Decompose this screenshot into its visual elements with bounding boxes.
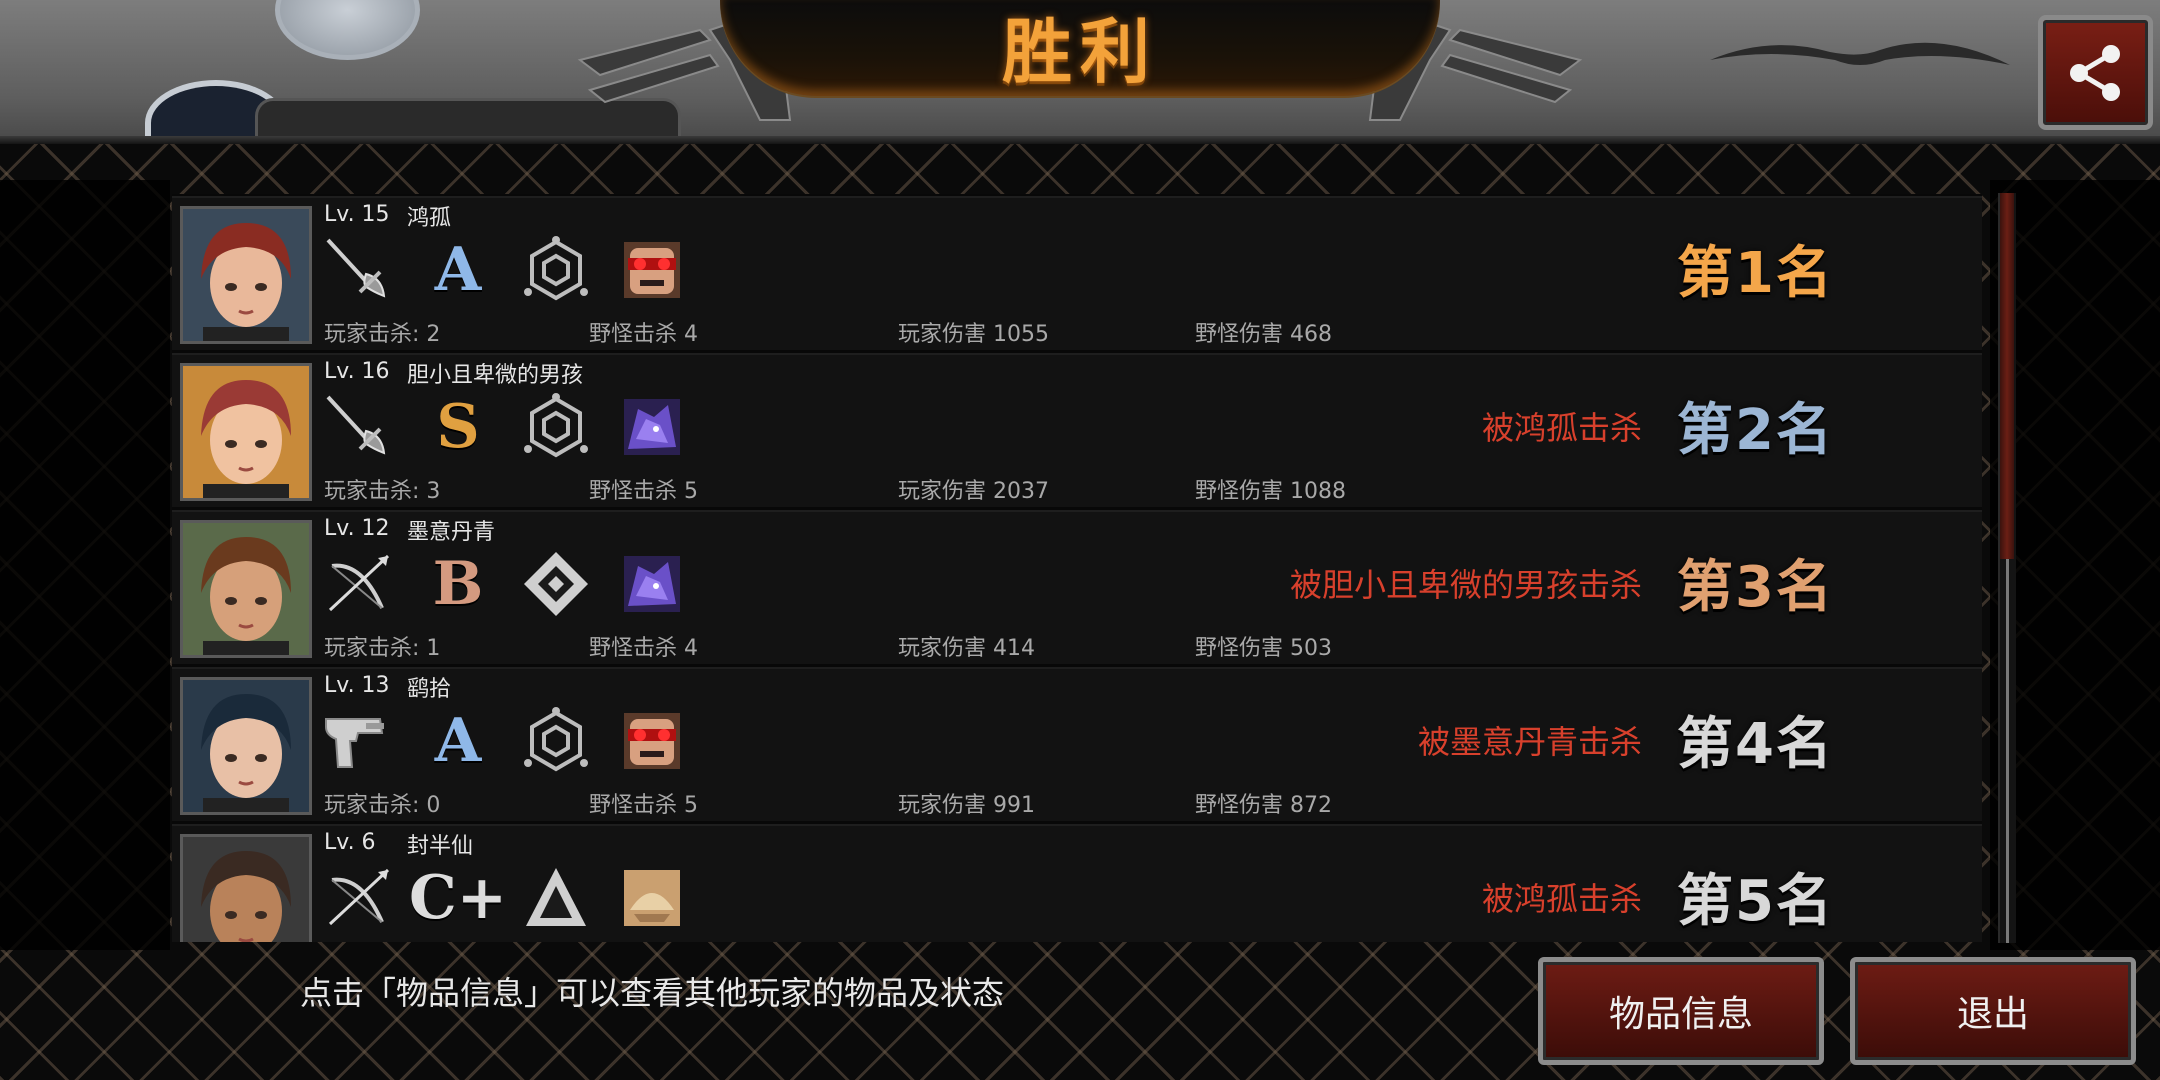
character-portrait [183,523,309,655]
rank-label: 第4名 [1677,712,1834,777]
monster-damage: 野怪伤害 468 [1195,322,1332,347]
portrait-frame[interactable] [180,677,312,815]
bow-icon [322,862,394,934]
purple-creature-icon [616,391,688,463]
player-name: 封半仙 [407,834,474,859]
monster-kills: 野怪击杀 5 [589,479,698,504]
character-portrait [183,366,309,498]
player-level: Lv. 6 [324,830,376,855]
bird-silhouette-icon [1710,42,2010,65]
player-damage: 玩家伤害 991 [898,793,1035,818]
killed-by-text: 被鸿孤击杀 [1481,880,1642,918]
killed-by-text: 被墨意丹青击杀 [1417,723,1642,761]
scrollbar[interactable] [1998,193,2016,943]
killed-by-text: 被鸿孤击杀 [1481,409,1642,447]
result-row[interactable]: Lv. 16 胆小且卑微的男孩 S 玩家击杀: 3 野怪击杀 5 玩家伤害 2037 野怪伤… [172,353,1982,507]
player-kills: 玩家击杀: 2 [324,322,441,347]
rank-label: 第5名 [1677,869,1834,934]
result-row[interactable]: Lv. 13 鹞拾 A 玩家击杀: 0 野怪击杀 5 玩家伤害 991 野怪伤害 872 被墨… [172,667,1982,821]
item-info-button[interactable]: 物品信息 [1538,957,1824,1065]
player-damage: 玩家伤害 2037 [898,479,1049,504]
killed-by-text: 被胆小且卑微的男孩击杀 [1289,566,1642,604]
player-kills: 玩家击杀: 1 [324,636,441,661]
grade-badge: B [432,549,484,619]
red-goggles-face-icon [616,705,688,777]
portrait-frame[interactable] [180,363,312,501]
scroll-track [2006,559,2009,943]
player-level: Lv. 13 [324,673,390,698]
tan-creature-icon [616,862,688,934]
divider [0,136,2160,144]
diamond-emblem-icon [520,548,592,620]
portrait-frame[interactable] [180,206,312,344]
character-portrait [183,209,309,341]
victory-title-plate: 胜利 [720,0,1440,96]
rank-label: 第2名 [1677,398,1834,463]
victory-title: 胜利 [1002,10,1158,93]
exit-button[interactable]: 退出 [1850,957,2136,1065]
left-shade [0,180,170,950]
red-goggles-face-icon [616,234,688,306]
character-portrait [183,837,309,942]
player-level: Lv. 15 [324,202,390,227]
bow-icon [322,548,394,620]
result-row[interactable]: Lv. 15 鸿孤 A 玩家击杀: 2 野怪击杀 4 玩家伤害 1055 野怪伤害 468 第… [172,196,1982,350]
grade-badge: C+ [408,863,508,933]
hexagon-emblem-icon [520,705,592,777]
player-name: 鸿孤 [407,206,452,231]
monster-kills: 野怪击杀 4 [589,322,698,347]
grade-badge: A [434,235,482,305]
rapier-icon [322,234,394,306]
monster-damage: 野怪伤害 872 [1195,793,1332,818]
monster-kills: 野怪击杀 5 [589,793,698,818]
share-icon [2069,44,2120,101]
portrait-frame[interactable] [180,834,312,942]
player-name: 墨意丹青 [407,520,496,545]
player-name: 鹞拾 [407,677,452,702]
monster-damage: 野怪伤害 503 [1195,636,1332,661]
character-portrait [183,680,309,812]
hint-text: 点击「物品信息」可以查看其他玩家的物品及状态 [300,974,1005,1012]
scroll-thumb[interactable] [2000,193,2014,559]
monster-damage: 野怪伤害 1088 [1195,479,1346,504]
purple-creature-icon [616,548,688,620]
result-row[interactable]: Lv. 6 封半仙 C+ 被鸿孤击杀 第5名 [172,824,1982,942]
hexagon-emblem-icon [520,391,592,463]
rank-label: 第3名 [1677,555,1834,620]
result-row[interactable]: Lv. 12 墨意丹青 B 玩家击杀: 1 野怪击杀 4 玩家伤害 414 野怪伤害 503… [172,510,1982,664]
player-damage: 玩家伤害 414 [898,636,1035,661]
share-button[interactable] [2038,15,2153,130]
rapier-icon [322,391,394,463]
rank-label: 第1名 [1677,241,1834,306]
grade-badge: A [434,706,482,776]
player-kills: 玩家击杀: 0 [324,793,441,818]
triangle-emblem-icon [520,862,592,934]
player-damage: 玩家伤害 1055 [898,322,1049,347]
hexagon-emblem-icon [520,234,592,306]
portrait-frame[interactable] [180,520,312,658]
player-level: Lv. 16 [324,359,390,384]
player-level: Lv. 12 [324,516,390,541]
monster-kills: 野怪击杀 4 [589,636,698,661]
grade-badge: S [436,392,480,462]
player-kills: 玩家击杀: 3 [324,479,441,504]
results-list[interactable]: Lv. 15 鸿孤 A 玩家击杀: 2 野怪击杀 4 玩家伤害 1055 野怪伤害 468 第… [172,194,1982,942]
pistol-icon [322,705,394,777]
player-name: 胆小且卑微的男孩 [407,363,584,388]
